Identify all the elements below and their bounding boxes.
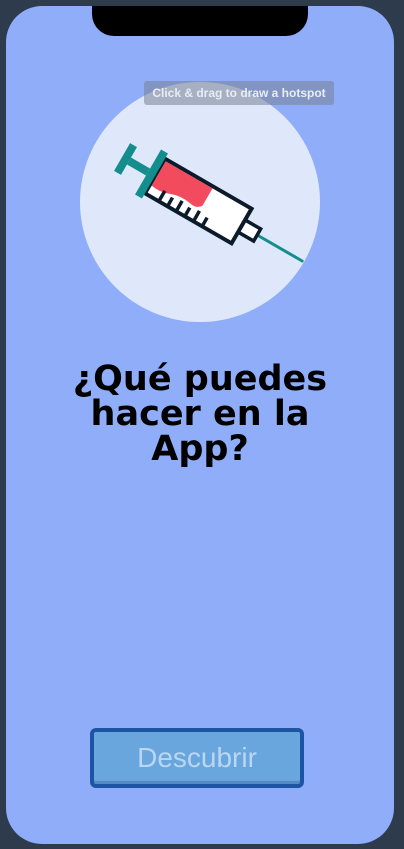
discover-button[interactable]: Descubrir [90, 728, 304, 788]
title-line: hacer en la [90, 394, 310, 434]
page-title: ¿Qué puedes hacer en la App? [26, 362, 374, 467]
hero-illustration [80, 82, 320, 322]
title-line: App? [151, 429, 249, 469]
hotspot-tooltip: Click & drag to draw a hotspot [144, 81, 334, 105]
title-line: ¿Qué puedes [72, 359, 328, 399]
phone-notch [92, 6, 308, 36]
app-screen: Click & drag to draw a hotspot ¿Qué pued… [6, 6, 394, 844]
syringe-icon [114, 143, 304, 263]
phone-frame: Click & drag to draw a hotspot ¿Qué pued… [0, 0, 404, 849]
